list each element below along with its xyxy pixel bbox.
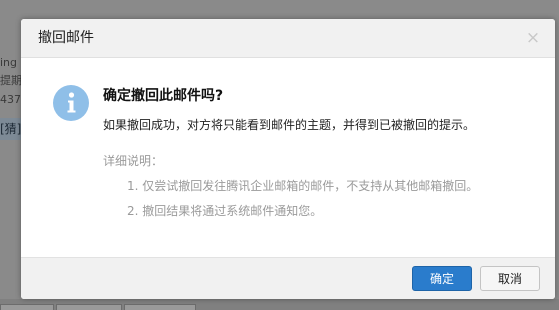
- detail-item: 2. 撤回结果将通过系统邮件通知您。: [127, 204, 323, 218]
- close-icon[interactable]: ×: [523, 28, 543, 48]
- recall-message: 如果撤回成功，对方将只能看到邮件的主题，并得到已被撤回的提示。: [103, 118, 476, 132]
- dialog-footer: 确定 取消: [21, 257, 555, 299]
- background-tab: [猜]: [0, 118, 23, 140]
- background-text: 437: [0, 93, 21, 106]
- confirm-question: 确定撤回此邮件吗?: [103, 88, 224, 104]
- background-text: 提期:: [0, 74, 22, 87]
- background-bottom-segment: [0, 304, 54, 310]
- background-bottom-segment: [56, 304, 122, 310]
- details-heading: 详细说明：: [103, 154, 164, 168]
- recall-mail-dialog: 撤回邮件 × 确定撤回此邮件吗? 如果撤回成功，对方将只能看到邮件的主题，并得到…: [21, 19, 555, 299]
- background-bottom-segment: [124, 304, 196, 310]
- detail-item: 1. 仅尝试撤回发往腾讯企业邮箱的邮件，不支持从其他邮箱撤回。: [127, 179, 479, 193]
- cancel-button[interactable]: 取消: [480, 266, 540, 291]
- dialog-title: 撤回邮件: [38, 30, 94, 46]
- dialog-header: 撤回邮件 ×: [21, 19, 555, 58]
- confirm-button[interactable]: 确定: [412, 266, 472, 291]
- info-icon: [53, 85, 89, 121]
- background-text: ing: [0, 56, 18, 69]
